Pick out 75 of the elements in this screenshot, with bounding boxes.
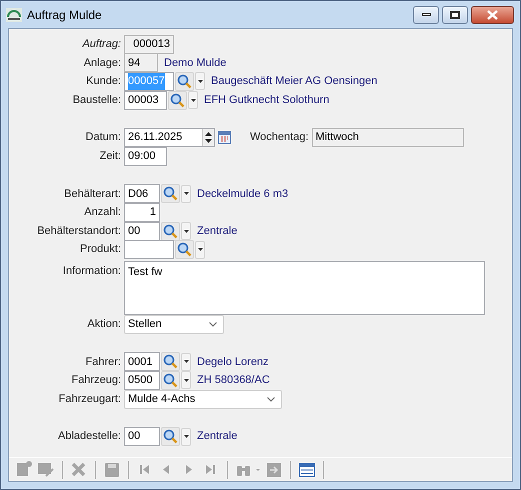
- search-button[interactable]: [161, 370, 180, 390]
- field-label: Produkt:: [79, 242, 122, 258]
- readonly-field: Mittwoch: [312, 128, 464, 148]
- dropdown[interactable]: Mulde 4-Achs: [124, 390, 282, 409]
- input-field[interactable]: 00003: [124, 90, 167, 110]
- dropdown-button[interactable]: [181, 184, 191, 203]
- input-field[interactable]: [124, 240, 174, 260]
- field-label: Wochentag:: [250, 130, 310, 146]
- caret-icon: [184, 435, 188, 438]
- search-button[interactable]: [161, 427, 180, 446]
- description-text: Demo Mulde: [164, 56, 226, 71]
- field-label: Kunde:: [85, 74, 122, 90]
- description-text: Zentrale: [197, 429, 238, 444]
- caret-icon: [190, 98, 196, 102]
- dropdown[interactable]: Stellen: [124, 314, 224, 334]
- field-label: Zeit:: [98, 149, 122, 164]
- date-field[interactable]: 26.11.2025: [124, 128, 215, 148]
- input-field[interactable]: 09:00: [124, 146, 167, 166]
- dropdown-button[interactable]: [181, 371, 191, 390]
- description-text: Zentrale: [197, 224, 238, 239]
- calendar-button[interactable]: [217, 129, 232, 146]
- search-button[interactable]: [161, 184, 180, 204]
- search-button[interactable]: [161, 352, 180, 372]
- text-area[interactable]: Test fw: [124, 260, 485, 315]
- close-icon: [487, 10, 498, 20]
- caret-icon: [198, 80, 202, 83]
- search-button[interactable]: [161, 222, 180, 241]
- field-label: Datum:: [84, 130, 122, 146]
- input-field[interactable]: 0500: [124, 370, 160, 390]
- field-label: Aktion:: [86, 316, 122, 332]
- field-label: Auftrag:: [81, 37, 122, 52]
- field-label: Behälterart:: [63, 186, 122, 202]
- input-field[interactable]: 00: [124, 222, 160, 241]
- dropdown-button[interactable]: [188, 91, 198, 110]
- field-label: Baustelle:: [72, 92, 122, 108]
- field-label: Fahrzeug:: [70, 373, 122, 388]
- description-text: EFH Gutknecht Solothurn: [204, 92, 330, 108]
- field-label: Fahrer:: [84, 354, 122, 370]
- field-label: Anzahl:: [83, 205, 122, 220]
- dropdown-button[interactable]: [181, 352, 191, 371]
- description-text: Degelo Lorenz: [197, 354, 269, 370]
- field-label: Fahrzeugart:: [58, 392, 122, 407]
- window-title: Auftrag Mulde: [27, 6, 102, 24]
- input-field[interactable]: 0001: [124, 352, 160, 372]
- chevron-down-icon: [209, 322, 217, 327]
- close-button[interactable]: [471, 6, 514, 24]
- description-text: Deckelmulde 6 m3: [197, 186, 288, 202]
- app-icon: [6, 8, 22, 22]
- input-field[interactable]: D06: [124, 184, 160, 204]
- readonly-field: 000013: [124, 34, 174, 54]
- dropdown-button[interactable]: [181, 428, 191, 446]
- maximize-button[interactable]: [442, 6, 468, 24]
- spin-button[interactable]: [202, 129, 214, 146]
- readonly-field: 94: [124, 53, 158, 72]
- dropdown-button[interactable]: [195, 72, 205, 90]
- caret-icon: [198, 248, 202, 252]
- input-field[interactable]: 1: [124, 202, 160, 222]
- field-label: Behälterstandort:: [36, 224, 122, 239]
- description-text: ZH 580368/AC: [197, 373, 270, 388]
- field-label: Information:: [62, 264, 122, 279]
- dropdown-button[interactable]: [181, 222, 191, 240]
- caret-icon: [184, 360, 188, 364]
- caret-icon: [184, 192, 188, 196]
- search-button[interactable]: [168, 90, 187, 110]
- description-text: Baugeschäft Meier AG Oensingen: [211, 74, 378, 90]
- chevron-down-icon: [267, 396, 275, 402]
- search-button[interactable]: [175, 72, 194, 91]
- field-label: Abladestelle:: [57, 429, 122, 444]
- input-field[interactable]: 00: [124, 427, 160, 446]
- caret-icon: [184, 378, 188, 382]
- field-label: Anlage:: [82, 56, 122, 71]
- caret-icon: [184, 230, 188, 233]
- search-button[interactable]: [175, 240, 194, 260]
- dropdown-button[interactable]: [195, 240, 205, 259]
- minimize-button[interactable]: [413, 6, 439, 24]
